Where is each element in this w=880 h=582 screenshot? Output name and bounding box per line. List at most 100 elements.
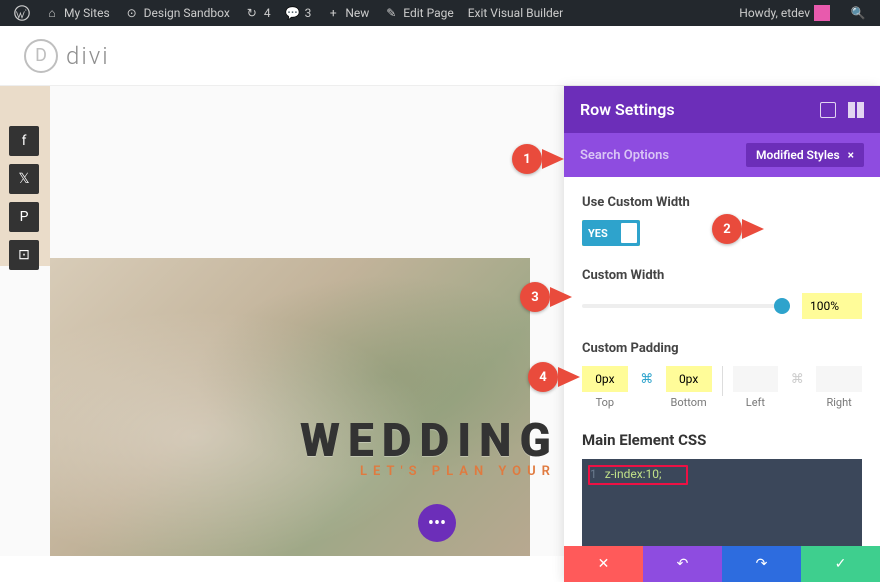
redo-button[interactable]: ↷ <box>722 546 801 582</box>
hero-subtitle: LET'S PLAN YOUR <box>360 464 556 479</box>
pinterest-button[interactable]: P <box>9 202 39 232</box>
padding-left-label: Left <box>733 396 779 409</box>
custom-width-label: Custom Width <box>582 268 862 283</box>
expand-icon[interactable] <box>820 102 836 118</box>
save-button[interactable]: ✓ <box>801 546 880 582</box>
use-custom-width-toggle[interactable]: YES <box>582 220 640 246</box>
use-custom-width-label: Use Custom Width <box>582 195 862 210</box>
builder-fab[interactable]: ••• <box>418 504 456 542</box>
modified-styles-label: Modified Styles <box>756 148 840 162</box>
comments-count: 3 <box>305 6 312 20</box>
custom-width-field: Custom Width 100% <box>582 268 862 319</box>
check-icon: ✓ <box>835 556 847 572</box>
padding-bottom-label: Bottom <box>666 396 712 409</box>
wp-logo[interactable] <box>8 5 36 21</box>
pinterest-icon: P <box>20 209 29 225</box>
my-sites-link[interactable]: ⌂ My Sites <box>38 5 116 21</box>
facebook-button[interactable]: f <box>9 126 39 156</box>
howdy-link[interactable]: Howdy, etdev <box>733 5 836 21</box>
home-icon: ⌂ <box>44 5 60 21</box>
comment-icon: 💬 <box>285 5 301 21</box>
main-element-css-label: Main Element CSS <box>582 431 862 449</box>
wp-admin-bar: ⌂My Sites ⊙Design Sandbox ↻4 💬3 +New ✎Ed… <box>0 0 880 26</box>
undo-button[interactable]: ↶ <box>643 546 722 582</box>
main-element-css-input[interactable]: 1 z-index:10; <box>582 459 862 546</box>
avatar <box>814 5 830 21</box>
css-line-number: 1 <box>590 467 597 481</box>
padding-right-label: Right <box>816 396 862 409</box>
hero-image <box>50 258 530 556</box>
page-content: f 𝕏 P ⊡ WEDDING LET'S PLAN YOUR ••• Row … <box>0 86 880 556</box>
site-name-link[interactable]: ⊙ Design Sandbox <box>118 5 236 21</box>
update-icon: ↻ <box>244 5 260 21</box>
link-horizontal-icon[interactable]: ⌘ <box>784 366 810 393</box>
panel-footer: ✕ ↶ ↷ ✓ <box>564 546 880 582</box>
twitter-icon: 𝕏 <box>18 171 29 187</box>
exit-builder-link[interactable]: Exit Visual Builder <box>462 6 570 20</box>
edit-page-link[interactable]: ✎ Edit Page <box>377 5 459 21</box>
site-header: D divi <box>0 26 880 86</box>
instagram-button[interactable]: ⊡ <box>9 240 39 270</box>
panel-header: Row Settings <box>564 86 880 133</box>
panel-title: Row Settings <box>580 100 675 119</box>
x-icon: ✕ <box>598 556 610 572</box>
css-code-text: z-index:10; <box>605 467 662 481</box>
main-element-css-field: Main Element CSS 1 z-index:10; <box>582 431 862 546</box>
undo-icon: ↶ <box>677 556 689 572</box>
arrowhead-icon <box>742 219 764 239</box>
annotation-1: 1 <box>512 144 564 174</box>
hero-title: WEDDING <box>300 414 559 468</box>
comments-link[interactable]: 💬3 <box>279 5 318 21</box>
redo-icon: ↷ <box>756 556 768 572</box>
custom-padding-label: Custom Padding <box>582 341 862 356</box>
new-label: New <box>345 6 369 20</box>
padding-bottom-input[interactable] <box>666 366 712 392</box>
custom-width-value[interactable]: 100% <box>802 293 862 319</box>
divi-logo[interactable]: D divi <box>24 39 110 73</box>
custom-padding-field: Custom Padding Top ⌘ Bottom Left ⌘ Right <box>582 341 862 409</box>
dashboard-icon: ⊙ <box>124 5 140 21</box>
custom-width-slider[interactable] <box>582 304 790 308</box>
site-name-label: Design Sandbox <box>144 6 230 20</box>
padding-top-label: Top <box>582 396 628 409</box>
padding-left-input[interactable] <box>733 366 779 392</box>
annotation-3: 3 <box>520 282 572 312</box>
search-icon: 🔍 <box>850 5 866 21</box>
annotation-2: 2 <box>712 214 764 244</box>
facebook-icon: f <box>22 133 27 149</box>
new-link[interactable]: + New <box>319 5 375 21</box>
search-toggle[interactable]: 🔍 <box>844 5 872 21</box>
close-icon[interactable]: × <box>848 148 854 162</box>
pencil-icon: ✎ <box>383 5 399 21</box>
toggle-yes-label: YES <box>588 227 608 240</box>
edit-page-label: Edit Page <box>403 6 453 20</box>
divider <box>722 366 723 396</box>
social-bar: f 𝕏 P ⊡ <box>9 126 39 270</box>
annotation-4: 4 <box>528 362 580 392</box>
toggle-knob <box>621 223 637 243</box>
plus-icon: + <box>325 5 341 21</box>
instagram-icon: ⊡ <box>18 247 30 263</box>
arrowhead-icon <box>542 149 564 169</box>
dots-icon: ••• <box>428 513 446 534</box>
close-button[interactable]: ✕ <box>564 546 643 582</box>
padding-top-input[interactable] <box>582 366 628 392</box>
exit-builder-label: Exit Visual Builder <box>468 6 564 20</box>
divi-logo-icon: D <box>24 39 58 73</box>
updates-link[interactable]: ↻4 <box>238 5 277 21</box>
snap-icon[interactable] <box>848 102 864 118</box>
modified-styles-filter[interactable]: Modified Styles × <box>746 143 864 167</box>
wordpress-icon <box>14 5 30 21</box>
search-options-label[interactable]: Search Options <box>580 148 669 163</box>
search-options-row: Search Options Modified Styles × <box>564 133 880 177</box>
link-vertical-icon[interactable]: ⌘ <box>634 366 660 393</box>
arrowhead-icon <box>558 367 580 387</box>
my-sites-label: My Sites <box>64 6 110 20</box>
updates-count: 4 <box>264 6 271 20</box>
row-settings-panel: Row Settings Search Options Modified Sty… <box>564 86 880 582</box>
twitter-button[interactable]: 𝕏 <box>9 164 39 194</box>
arrowhead-icon <box>550 287 572 307</box>
divi-logo-text: divi <box>66 42 110 70</box>
padding-right-input[interactable] <box>816 366 862 392</box>
howdy-label: Howdy, etdev <box>739 6 810 20</box>
